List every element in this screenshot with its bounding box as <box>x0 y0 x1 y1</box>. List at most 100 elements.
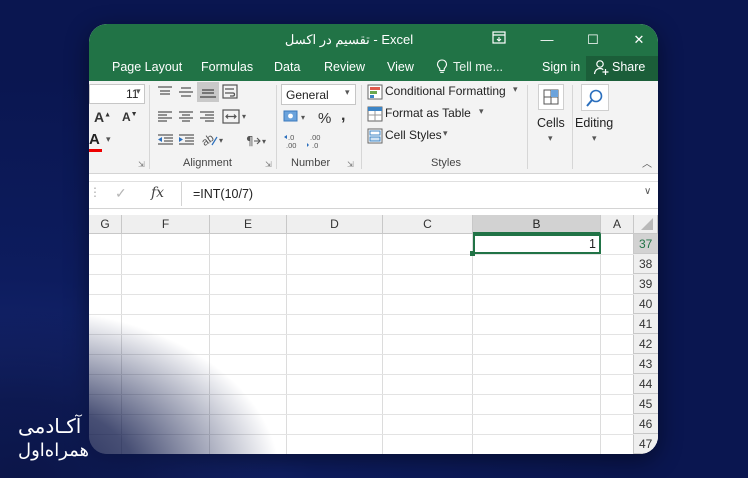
fill-handle[interactable] <box>470 251 475 256</box>
row-header-47[interactable]: 47 <box>634 434 658 454</box>
conditional-formatting-icon <box>367 84 383 103</box>
column-header-f[interactable]: F <box>122 215 210 234</box>
row-header-46[interactable]: 46 <box>634 414 658 434</box>
decrease-indent-icon[interactable] <box>157 133 175 152</box>
share-button[interactable]: Share <box>586 56 658 81</box>
number-dialog-launcher-icon[interactable]: ⇲ <box>347 160 354 169</box>
decrease-font-size-icon[interactable]: A▼ <box>122 110 138 124</box>
row-header-38[interactable]: 38 <box>634 254 658 274</box>
align-left-icon[interactable] <box>157 110 173 129</box>
chevron-down-icon: ▾ <box>592 133 597 143</box>
font-color-dropdown-icon[interactable]: ▾ <box>106 134 111 145</box>
collapse-ribbon-icon[interactable]: ︿ <box>642 155 652 170</box>
column-header-d[interactable]: D <box>287 215 383 234</box>
align-right-icon[interactable] <box>199 110 215 129</box>
grid-line <box>472 234 473 454</box>
row-header-41[interactable]: 41 <box>634 314 658 334</box>
window-title: تقسیم در اکسل - Excel <box>284 32 414 47</box>
row-header-43[interactable]: 43 <box>634 354 658 374</box>
font-size-box[interactable]: 11 ▾ <box>89 84 145 104</box>
align-bottom-icon[interactable] <box>197 82 219 102</box>
grid-line <box>89 414 634 415</box>
column-header-g[interactable]: G <box>89 215 122 234</box>
wrap-text-icon[interactable] <box>222 84 240 105</box>
chevron-down-icon: ▾ <box>443 128 448 138</box>
sign-in-link[interactable]: Sign in <box>542 60 580 74</box>
minimize-button[interactable]: — <box>533 28 561 52</box>
row-header-45[interactable]: 45 <box>634 394 658 414</box>
merge-center-icon[interactable]: ▾ <box>222 109 248 130</box>
column-header-a[interactable]: A <box>601 215 634 234</box>
svg-text:▾: ▾ <box>242 112 246 121</box>
number-format-value: General <box>286 88 329 102</box>
share-person-icon <box>593 59 609 81</box>
tab-page-layout[interactable]: Page Layout <box>112 60 182 74</box>
excel-window: تقسیم در اکسل - Excel — ☐ ✕ Page Layout … <box>89 24 658 454</box>
chevron-down-icon: ▾ <box>513 84 518 94</box>
separator <box>572 85 573 169</box>
row-header-40[interactable]: 40 <box>634 294 658 314</box>
grid-line <box>89 334 634 335</box>
svg-text:▾: ▾ <box>301 113 305 122</box>
grid-line <box>89 374 634 375</box>
chevron-down-icon: ▾ <box>345 87 350 97</box>
tell-me-search[interactable]: Tell me... <box>453 60 503 74</box>
increase-decimal-icon[interactable]: .0.00 <box>283 132 303 155</box>
paragraph-direction-icon[interactable]: ¶ ▾ <box>244 133 270 154</box>
align-center-icon[interactable] <box>178 110 194 129</box>
select-all-corner[interactable] <box>634 215 658 234</box>
align-top-icon[interactable] <box>157 85 173 104</box>
row-header-37[interactable]: 37 <box>634 234 658 254</box>
grid-line <box>89 354 634 355</box>
svg-text:▾: ▾ <box>219 136 223 145</box>
decrease-decimal-icon[interactable]: .00.0 <box>307 132 327 155</box>
chevron-down-icon: ▾ <box>136 86 141 96</box>
editing-button[interactable]: Editing ▾ <box>575 83 625 153</box>
share-label: Share <box>612 60 646 74</box>
separator <box>361 85 362 169</box>
insert-function-button[interactable]: fx <box>151 185 164 201</box>
cells-icon <box>538 84 564 110</box>
column-header-b[interactable]: B <box>473 215 601 234</box>
grid-line <box>382 234 383 454</box>
maximize-button[interactable]: ☐ <box>579 28 607 52</box>
spreadsheet-grid[interactable]: G F E D C B A 37 38 39 40 41 42 43 44 45… <box>89 215 658 454</box>
row-header-42[interactable]: 42 <box>634 334 658 354</box>
increase-font-size-icon[interactable]: A▲ <box>94 109 111 125</box>
accounting-format-icon[interactable]: ▾ <box>283 109 311 130</box>
close-button[interactable]: ✕ <box>625 28 653 52</box>
grid-line <box>89 394 634 395</box>
ribbon-tabs: Page Layout Formulas Data Review View Te… <box>89 56 658 81</box>
separator <box>276 85 277 169</box>
grid-line <box>209 234 210 454</box>
brand-line-2: همراه‌اول <box>18 440 90 461</box>
ribbon-display-options-icon[interactable] <box>485 28 513 52</box>
alignment-dialog-launcher-icon[interactable]: ⇲ <box>265 160 272 169</box>
grid-line <box>89 434 634 435</box>
tab-data[interactable]: Data <box>274 60 300 74</box>
editing-label: Editing <box>575 116 614 130</box>
font-color-swatch <box>89 149 102 152</box>
active-cell-b37[interactable]: 1 <box>473 234 601 254</box>
number-group-label: Number <box>291 157 331 169</box>
comma-style-button[interactable]: , <box>341 107 345 125</box>
row-header-44[interactable]: 44 <box>634 374 658 394</box>
conditional-formatting-label: Conditional Formatting <box>385 84 506 98</box>
number-format-dropdown[interactable]: General ▾ <box>281 84 356 105</box>
align-middle-icon[interactable] <box>178 85 194 104</box>
expand-formula-bar-icon[interactable]: ∨ <box>644 186 651 197</box>
percent-style-button[interactable]: % <box>318 110 331 127</box>
font-color-icon[interactable]: A <box>89 131 100 148</box>
column-header-c[interactable]: C <box>383 215 473 234</box>
tab-view[interactable]: View <box>387 60 414 74</box>
orientation-icon[interactable]: ab ▾ <box>199 132 227 153</box>
row-header-39[interactable]: 39 <box>634 274 658 294</box>
tab-review[interactable]: Review <box>324 60 365 74</box>
increase-indent-icon[interactable] <box>178 133 196 152</box>
title-bar: تقسیم در اکسل - Excel — ☐ ✕ <box>89 24 658 56</box>
cancel-entry-button[interactable]: ✓ <box>115 185 127 202</box>
column-header-e[interactable]: E <box>210 215 287 234</box>
cells-button[interactable]: Cells ▾ <box>533 83 569 153</box>
font-dialog-launcher-icon[interactable]: ⇲ <box>138 160 145 169</box>
tab-formulas[interactable]: Formulas <box>201 60 253 74</box>
